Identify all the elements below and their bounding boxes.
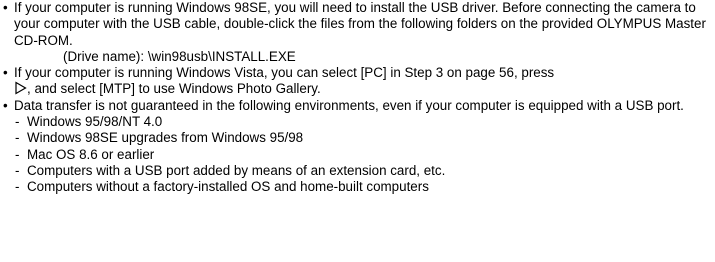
list-item-text: Computers without a factory-installed OS… [27,179,429,195]
unsupported-environment-list: - Windows 95/98/NT 4.0 - Windows 98SE up… [0,114,715,195]
bullet-mark: • [3,0,8,15]
right-arrow-outline-icon [15,81,27,96]
list-item: - Computers with a USB port added by mea… [0,163,715,179]
dash-mark: - [15,130,20,146]
note-text-data-transfer: Data transfer is not guaranteed in the f… [14,97,684,113]
note-text-windows-98se: If your computer is running Windows 98SE… [14,0,706,48]
note-bullet-windows-vista: • If your computer is running Windows Vi… [0,65,715,98]
dash-mark: - [15,146,20,162]
list-item: - Windows 95/98/NT 4.0 [0,114,715,130]
list-item: - Windows 98SE upgrades from Windows 95/… [0,130,715,146]
list-item-text: Windows 95/98/NT 4.0 [27,114,163,130]
list-item: - Mac OS 8.6 or earlier [0,147,715,163]
note-text-windows-vista-part2: , and select [MTP] to use Windows Photo … [27,81,321,97]
dash-mark: - [15,162,20,178]
note-text-windows-vista: If your computer is running Windows Vist… [14,65,715,98]
dash-mark: - [15,114,20,130]
note-text-windows-vista-part1: If your computer is running Windows Vist… [14,65,555,81]
list-item-text: Computers with a USB port added by means… [27,162,446,178]
list-item-text: Windows 98SE upgrades from Windows 95/98 [27,130,304,146]
dash-mark: - [15,179,20,195]
note-bullet-windows-98se: • If your computer is running Windows 98… [0,0,715,65]
manual-note-section: • If your computer is running Windows 98… [0,0,715,196]
list-item-text: Mac OS 8.6 or earlier [27,146,155,162]
driver-install-path: (Drive name): \win98usb\INSTALL.EXE [63,48,296,64]
bullet-mark: • [3,97,8,113]
note-bullet-data-transfer: • Data transfer is not guaranteed in the… [0,98,715,114]
bullet-mark: • [3,65,8,81]
list-item: - Computers without a factory-installed … [0,179,715,195]
